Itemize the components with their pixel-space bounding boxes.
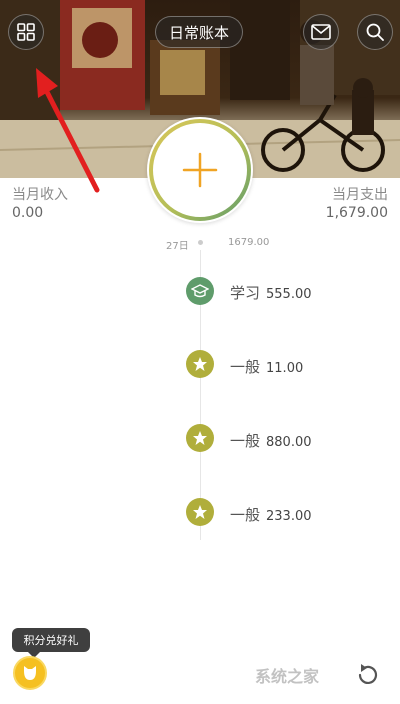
entry-category: 学习	[230, 284, 261, 302]
entry-category: 一般	[230, 358, 261, 376]
entry-amount: 233.00	[266, 509, 312, 524]
refresh-icon[interactable]	[355, 662, 381, 688]
entry-row-1[interactable]: 一般 11.00	[230, 356, 303, 377]
watermark-text: 系统之家	[255, 667, 320, 686]
plus-icon	[182, 152, 218, 188]
entry-amount: 11.00	[266, 361, 304, 376]
entry-icon-2	[186, 424, 214, 452]
star-icon	[193, 357, 207, 371]
entry-icon-0	[186, 277, 214, 305]
reward-tooltip: 积分兑好礼	[12, 628, 90, 658]
entry-amount: 880.00	[266, 435, 312, 450]
day-date: 27日	[166, 241, 189, 252]
expense-value: 1,679.00	[325, 205, 388, 221]
entry-icon-1	[186, 350, 214, 378]
entry-amount: 555.00	[266, 287, 312, 302]
entry-category: 一般	[230, 506, 261, 524]
day-total: 1679.00	[228, 237, 270, 248]
menu-button[interactable]	[8, 14, 44, 50]
income-label: 当月收入	[12, 187, 68, 203]
graduation-cap-icon	[191, 284, 209, 298]
cat-face-icon	[24, 666, 36, 680]
search-button[interactable]	[357, 14, 393, 50]
entry-row-0[interactable]: 学习 555.00	[230, 282, 312, 303]
grid-icon	[17, 23, 35, 41]
star-icon	[193, 431, 207, 445]
day-dot	[198, 240, 203, 245]
entry-category: 一般	[230, 432, 261, 450]
message-button[interactable]	[303, 14, 339, 50]
star-icon	[193, 505, 207, 519]
entry-row-3[interactable]: 一般 233.00	[230, 504, 312, 525]
expense-label: 当月支出	[332, 187, 388, 203]
book-title-button[interactable]: 日常账本	[155, 16, 243, 48]
add-ring-icon	[149, 119, 251, 221]
reward-button[interactable]	[13, 656, 47, 690]
entry-row-2[interactable]: 一般 880.00	[230, 430, 312, 451]
add-record-button[interactable]	[147, 117, 253, 223]
search-icon	[366, 23, 384, 41]
mail-icon	[311, 24, 331, 40]
income-value: 0.00	[12, 205, 44, 221]
book-title-label: 日常账本	[168, 23, 229, 42]
entry-icon-3	[186, 498, 214, 526]
